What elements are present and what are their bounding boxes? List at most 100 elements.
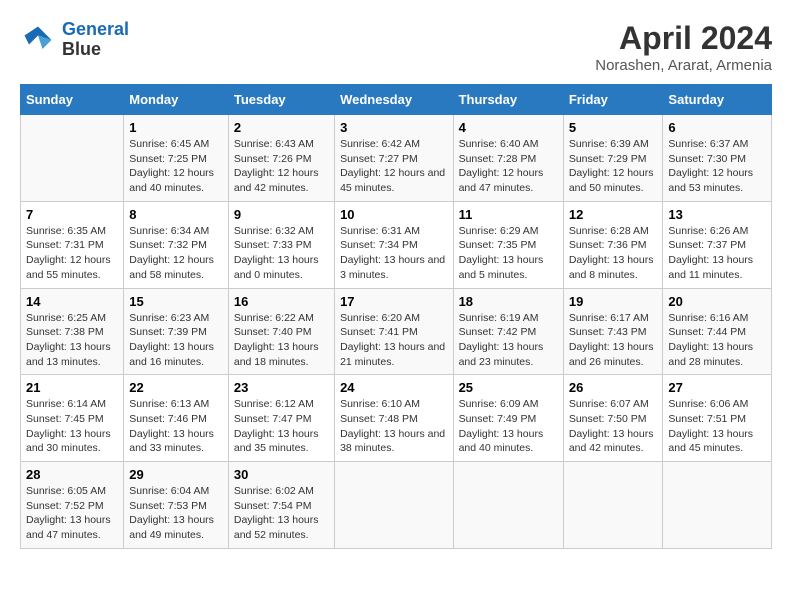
calendar-cell [21,115,124,202]
logo: General Blue [20,20,129,60]
day-info: Sunrise: 6:04 AMSunset: 7:53 PMDaylight:… [129,484,223,543]
day-info: Sunrise: 6:16 AMSunset: 7:44 PMDaylight:… [668,311,766,370]
calendar-cell: 12 Sunrise: 6:28 AMSunset: 7:36 PMDaylig… [563,201,663,288]
day-number: 16 [234,294,329,309]
calendar-cell: 4 Sunrise: 6:40 AMSunset: 7:28 PMDayligh… [453,115,563,202]
calendar-header-row: SundayMondayTuesdayWednesdayThursdayFrid… [21,85,772,115]
day-info: Sunrise: 6:19 AMSunset: 7:42 PMDaylight:… [459,311,558,370]
calendar-cell: 5 Sunrise: 6:39 AMSunset: 7:29 PMDayligh… [563,115,663,202]
calendar-cell: 19 Sunrise: 6:17 AMSunset: 7:43 PMDaylig… [563,288,663,375]
calendar-cell: 23 Sunrise: 6:12 AMSunset: 7:47 PMDaylig… [228,375,334,462]
calendar-cell: 20 Sunrise: 6:16 AMSunset: 7:44 PMDaylig… [663,288,772,375]
logo-icon [20,22,56,58]
day-info: Sunrise: 6:25 AMSunset: 7:38 PMDaylight:… [26,311,118,370]
day-info: Sunrise: 6:34 AMSunset: 7:32 PMDaylight:… [129,224,223,283]
day-info: Sunrise: 6:39 AMSunset: 7:29 PMDaylight:… [569,137,658,196]
calendar-cell: 6 Sunrise: 6:37 AMSunset: 7:30 PMDayligh… [663,115,772,202]
calendar-week-row: 1 Sunrise: 6:45 AMSunset: 7:25 PMDayligh… [21,115,772,202]
day-number: 11 [459,207,558,222]
day-number: 1 [129,120,223,135]
day-info: Sunrise: 6:13 AMSunset: 7:46 PMDaylight:… [129,397,223,456]
calendar-cell: 21 Sunrise: 6:14 AMSunset: 7:45 PMDaylig… [21,375,124,462]
calendar-cell: 13 Sunrise: 6:26 AMSunset: 7:37 PMDaylig… [663,201,772,288]
calendar-cell: 3 Sunrise: 6:42 AMSunset: 7:27 PMDayligh… [335,115,453,202]
day-number: 30 [234,467,329,482]
day-number: 17 [340,294,447,309]
day-info: Sunrise: 6:43 AMSunset: 7:26 PMDaylight:… [234,137,329,196]
calendar-cell: 17 Sunrise: 6:20 AMSunset: 7:41 PMDaylig… [335,288,453,375]
day-info: Sunrise: 6:40 AMSunset: 7:28 PMDaylight:… [459,137,558,196]
calendar-cell: 10 Sunrise: 6:31 AMSunset: 7:34 PMDaylig… [335,201,453,288]
day-number: 13 [668,207,766,222]
page-subtitle: Norashen, Ararat, Armenia [595,57,772,74]
day-number: 6 [668,120,766,135]
title-block: April 2024 Norashen, Ararat, Armenia [595,20,772,74]
calendar-cell: 9 Sunrise: 6:32 AMSunset: 7:33 PMDayligh… [228,201,334,288]
calendar-week-row: 14 Sunrise: 6:25 AMSunset: 7:38 PMDaylig… [21,288,772,375]
calendar-cell: 26 Sunrise: 6:07 AMSunset: 7:50 PMDaylig… [563,375,663,462]
day-number: 15 [129,294,223,309]
day-info: Sunrise: 6:37 AMSunset: 7:30 PMDaylight:… [668,137,766,196]
day-info: Sunrise: 6:22 AMSunset: 7:40 PMDaylight:… [234,311,329,370]
calendar-cell [335,462,453,549]
day-number: 7 [26,207,118,222]
page-header: General Blue April 2024 Norashen, Ararat… [20,20,772,74]
calendar-week-row: 7 Sunrise: 6:35 AMSunset: 7:31 PMDayligh… [21,201,772,288]
day-number: 29 [129,467,223,482]
calendar-header-wednesday: Wednesday [335,85,453,115]
day-number: 22 [129,380,223,395]
day-number: 26 [569,380,658,395]
day-info: Sunrise: 6:23 AMSunset: 7:39 PMDaylight:… [129,311,223,370]
calendar-table: SundayMondayTuesdayWednesdayThursdayFrid… [20,84,772,549]
day-info: Sunrise: 6:02 AMSunset: 7:54 PMDaylight:… [234,484,329,543]
day-number: 27 [668,380,766,395]
day-info: Sunrise: 6:17 AMSunset: 7:43 PMDaylight:… [569,311,658,370]
calendar-week-row: 28 Sunrise: 6:05 AMSunset: 7:52 PMDaylig… [21,462,772,549]
day-info: Sunrise: 6:31 AMSunset: 7:34 PMDaylight:… [340,224,447,283]
calendar-cell: 11 Sunrise: 6:29 AMSunset: 7:35 PMDaylig… [453,201,563,288]
calendar-cell: 27 Sunrise: 6:06 AMSunset: 7:51 PMDaylig… [663,375,772,462]
day-info: Sunrise: 6:42 AMSunset: 7:27 PMDaylight:… [340,137,447,196]
day-info: Sunrise: 6:09 AMSunset: 7:49 PMDaylight:… [459,397,558,456]
day-info: Sunrise: 6:05 AMSunset: 7:52 PMDaylight:… [26,484,118,543]
calendar-header-monday: Monday [124,85,229,115]
calendar-week-row: 21 Sunrise: 6:14 AMSunset: 7:45 PMDaylig… [21,375,772,462]
day-number: 14 [26,294,118,309]
day-info: Sunrise: 6:10 AMSunset: 7:48 PMDaylight:… [340,397,447,456]
day-info: Sunrise: 6:32 AMSunset: 7:33 PMDaylight:… [234,224,329,283]
day-number: 5 [569,120,658,135]
day-number: 21 [26,380,118,395]
calendar-cell: 30 Sunrise: 6:02 AMSunset: 7:54 PMDaylig… [228,462,334,549]
day-info: Sunrise: 6:29 AMSunset: 7:35 PMDaylight:… [459,224,558,283]
day-info: Sunrise: 6:12 AMSunset: 7:47 PMDaylight:… [234,397,329,456]
day-number: 28 [26,467,118,482]
calendar-cell: 28 Sunrise: 6:05 AMSunset: 7:52 PMDaylig… [21,462,124,549]
calendar-header-saturday: Saturday [663,85,772,115]
day-number: 9 [234,207,329,222]
day-info: Sunrise: 6:28 AMSunset: 7:36 PMDaylight:… [569,224,658,283]
day-number: 4 [459,120,558,135]
day-number: 20 [668,294,766,309]
calendar-header-sunday: Sunday [21,85,124,115]
calendar-header-friday: Friday [563,85,663,115]
calendar-cell: 14 Sunrise: 6:25 AMSunset: 7:38 PMDaylig… [21,288,124,375]
day-info: Sunrise: 6:14 AMSunset: 7:45 PMDaylight:… [26,397,118,456]
calendar-cell [563,462,663,549]
day-number: 8 [129,207,223,222]
day-number: 24 [340,380,447,395]
logo-text: General Blue [62,20,129,60]
day-info: Sunrise: 6:07 AMSunset: 7:50 PMDaylight:… [569,397,658,456]
day-number: 2 [234,120,329,135]
calendar-cell [663,462,772,549]
day-number: 19 [569,294,658,309]
day-info: Sunrise: 6:06 AMSunset: 7:51 PMDaylight:… [668,397,766,456]
calendar-header-tuesday: Tuesday [228,85,334,115]
page-title: April 2024 [595,20,772,57]
calendar-cell: 7 Sunrise: 6:35 AMSunset: 7:31 PMDayligh… [21,201,124,288]
calendar-header-thursday: Thursday [453,85,563,115]
calendar-cell: 22 Sunrise: 6:13 AMSunset: 7:46 PMDaylig… [124,375,229,462]
day-number: 12 [569,207,658,222]
calendar-cell: 18 Sunrise: 6:19 AMSunset: 7:42 PMDaylig… [453,288,563,375]
day-info: Sunrise: 6:26 AMSunset: 7:37 PMDaylight:… [668,224,766,283]
day-info: Sunrise: 6:45 AMSunset: 7:25 PMDaylight:… [129,137,223,196]
